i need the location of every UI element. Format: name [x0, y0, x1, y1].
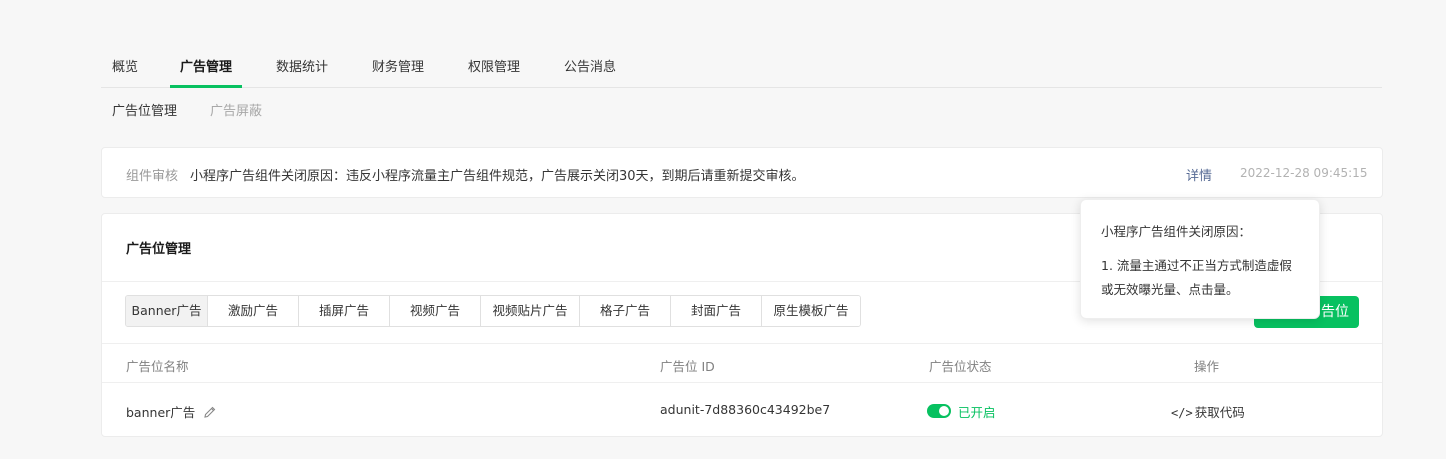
- status-text: 已开启: [958, 405, 996, 420]
- tab-finance[interactable]: 财务管理: [372, 56, 424, 88]
- edit-pencil-icon[interactable]: [203, 405, 217, 422]
- tab-data-statistics[interactable]: 数据统计: [276, 56, 328, 88]
- subtab-ad-blocking[interactable]: 广告屏蔽: [210, 100, 262, 119]
- table-header: 广告位名称 广告位 ID 广告位状态 操作: [102, 343, 1382, 383]
- ad-type-video[interactable]: 视频广告: [390, 296, 481, 326]
- main-nav: 概览 广告管理 数据统计 财务管理 权限管理 公告消息: [101, 42, 1382, 88]
- panel-title: 广告位管理: [126, 242, 192, 257]
- ad-type-tabs: Banner广告 激励广告 插屏广告 视频广告 视频贴片广告 格子广告 封面广告…: [125, 295, 861, 327]
- notice-details-link[interactable]: 详情: [1186, 165, 1212, 184]
- notice-timestamp: 2022-12-28 09:45:15: [1240, 166, 1368, 180]
- notice-text: 小程序广告组件关闭原因：违反小程序流量主广告组件规范，广告展示关闭30天，到期后…: [190, 169, 805, 184]
- tab-announcements[interactable]: 公告消息: [564, 56, 616, 88]
- tooltip-body: 1. 流量主通过不正当方式制造虚假或无效曝光量、点击量。: [1101, 258, 1292, 297]
- review-notice: 组件审核 小程序广告组件关闭原因：违反小程序流量主广告组件规范，广告展示关闭30…: [101, 147, 1383, 198]
- notice-label: 组件审核: [126, 169, 179, 184]
- subtab-ad-slot-management[interactable]: 广告位管理: [112, 100, 177, 119]
- closure-reason-tooltip: 小程序广告组件关闭原因： 1. 流量主通过不正当方式制造虚假或无效曝光量、点击量…: [1080, 199, 1320, 319]
- tab-permissions[interactable]: 权限管理: [468, 56, 520, 88]
- tooltip-title: 小程序广告组件关闭原因：: [1101, 224, 1252, 239]
- tab-overview[interactable]: 概览: [112, 56, 138, 88]
- col-header-name: 广告位名称: [126, 359, 189, 374]
- ad-type-rewarded[interactable]: 激励广告: [208, 296, 299, 326]
- ad-type-banner[interactable]: Banner广告: [126, 296, 208, 326]
- ad-type-interstitial[interactable]: 插屏广告: [299, 296, 390, 326]
- col-header-id: 广告位 ID: [660, 359, 715, 374]
- table-row: banner广告 adunit-7d88360c43492be7 已开启 </>…: [102, 384, 1382, 437]
- status-toggle[interactable]: [927, 404, 951, 418]
- tab-ad-management[interactable]: 广告管理: [169, 56, 243, 88]
- code-icon: </>: [1171, 406, 1193, 420]
- col-header-status: 广告位状态: [929, 359, 992, 374]
- get-code-label: 获取代码: [1194, 405, 1245, 420]
- ad-type-video-patch[interactable]: 视频贴片广告: [481, 296, 580, 326]
- ad-slot-id: adunit-7d88360c43492be7: [660, 402, 831, 417]
- ad-type-native-template[interactable]: 原生模板广告: [762, 296, 860, 326]
- ad-type-cover[interactable]: 封面广告: [671, 296, 762, 326]
- col-header-actions: 操作: [1194, 359, 1220, 374]
- ad-slot-name-cell: banner广告: [126, 402, 217, 422]
- ad-type-grid[interactable]: 格子广告: [580, 296, 671, 326]
- get-code-link[interactable]: </> 获取代码: [1171, 402, 1245, 421]
- ad-slot-name: banner广告: [126, 405, 196, 420]
